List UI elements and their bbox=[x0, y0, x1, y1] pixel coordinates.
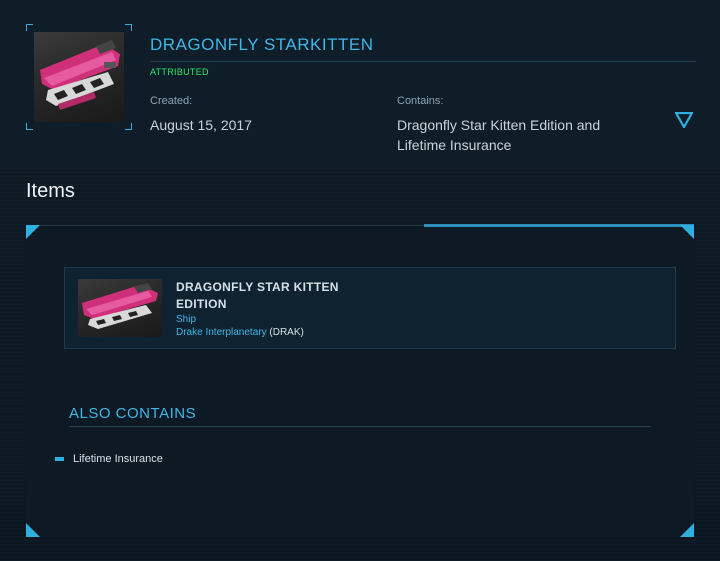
frame-corner bbox=[26, 24, 33, 31]
ship-illustration bbox=[40, 40, 120, 110]
created-label: Created: bbox=[150, 95, 193, 107]
manufacturer-name: Drake Interplanetary bbox=[176, 327, 267, 338]
also-contains-label: Lifetime Insurance bbox=[73, 453, 163, 465]
pledge-header: DRAGONFLY STARKITTEN ATTRIBUTED Created:… bbox=[0, 0, 720, 170]
panel-corner bbox=[26, 523, 40, 537]
ship-image bbox=[34, 32, 124, 122]
bullet-icon bbox=[55, 457, 64, 461]
items-heading: Items bbox=[26, 180, 75, 202]
item-manufacturer: Drake Interplanetary (DRAK) bbox=[176, 327, 304, 338]
item-type: Ship bbox=[176, 314, 197, 325]
status-badge: ATTRIBUTED bbox=[150, 67, 209, 77]
title-divider bbox=[150, 61, 696, 62]
panel-accent-bar bbox=[424, 224, 694, 227]
item-card[interactable]: DRAGONFLY STAR KITTEN EDITION Ship Drake… bbox=[64, 267, 676, 349]
created-date: August 15, 2017 bbox=[150, 117, 252, 133]
item-ship-image bbox=[78, 279, 162, 337]
manufacturer-code: (DRAK) bbox=[269, 327, 304, 338]
pledge-title: DRAGONFLY STARKITTEN bbox=[150, 35, 374, 54]
item-name: DRAGONFLY STAR KITTEN EDITION bbox=[176, 280, 339, 311]
panel-corner bbox=[26, 225, 40, 239]
pledge-thumbnail[interactable] bbox=[26, 24, 132, 130]
items-panel: DRAGONFLY STAR KITTEN EDITION Ship Drake… bbox=[26, 224, 694, 537]
triangle-down-icon[interactable] bbox=[675, 112, 693, 128]
ship-illustration bbox=[82, 283, 158, 329]
also-contains-divider bbox=[69, 426, 651, 427]
frame-corner bbox=[125, 24, 132, 31]
also-contains-item: Lifetime Insurance bbox=[55, 453, 163, 465]
panel-corner bbox=[680, 225, 694, 239]
panel-corner bbox=[680, 523, 694, 537]
contains-label: Contains: bbox=[397, 95, 444, 107]
contains-value: Dragonfly Star Kitten Edition and Lifeti… bbox=[397, 117, 601, 153]
frame-corner bbox=[26, 123, 33, 130]
frame-corner bbox=[125, 123, 132, 130]
also-contains-heading: ALSO CONTAINS bbox=[69, 405, 197, 422]
